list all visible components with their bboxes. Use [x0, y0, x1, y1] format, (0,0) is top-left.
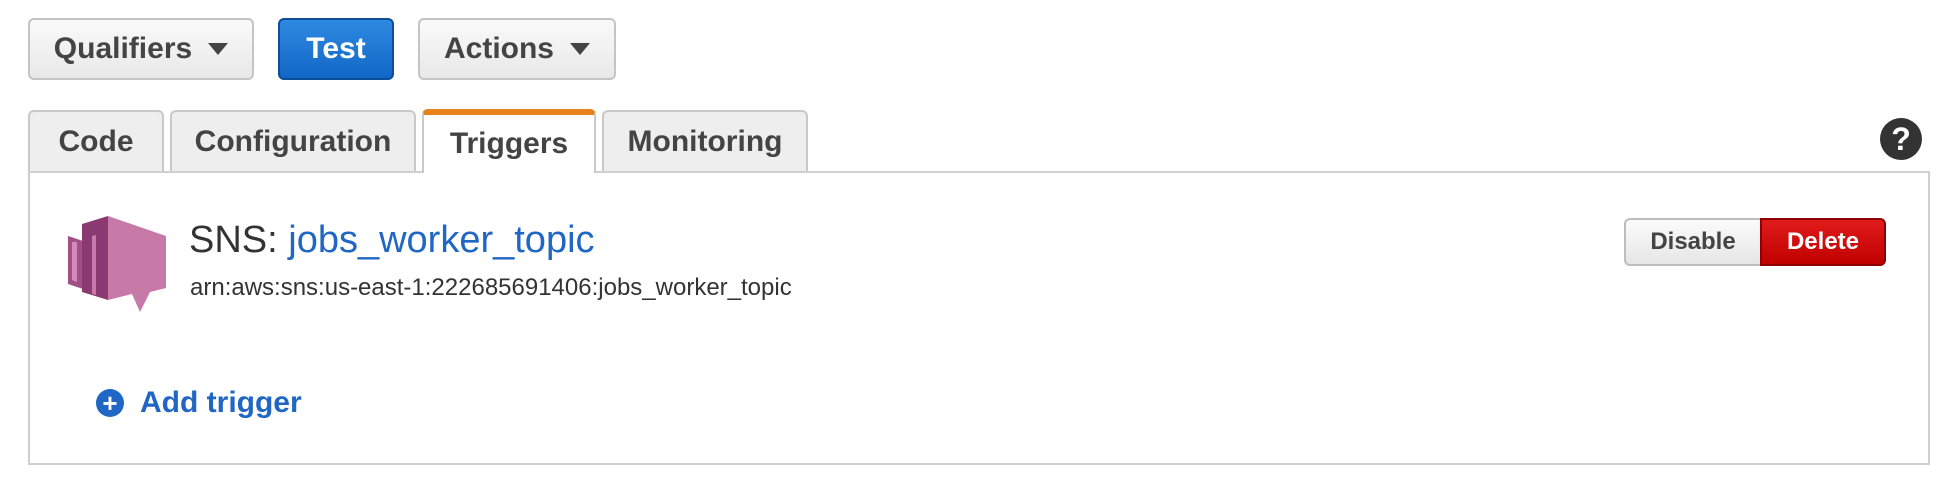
tab-triggers[interactable]: Triggers [422, 109, 596, 173]
help-icon[interactable]: ? [1880, 118, 1922, 160]
tab-configuration[interactable]: Configuration [170, 110, 416, 172]
tab-triggers-label: Triggers [449, 127, 569, 160]
trigger-title: SNS: jobs_worker_topic [189, 219, 595, 262]
trigger-actions: Disable Delete [1624, 218, 1886, 266]
triggers-panel [28, 171, 1930, 465]
trigger-service-prefix: SNS: [189, 219, 289, 261]
tab-monitoring-label: Monitoring [627, 125, 783, 158]
sns-topic-icon [68, 216, 166, 312]
plus-circle-icon: + [96, 389, 124, 417]
actions-label: Actions [443, 32, 554, 65]
sns-topic-link[interactable]: jobs_worker_topic [288, 219, 594, 261]
add-trigger-link[interactable]: + Add trigger [96, 386, 302, 420]
caret-down-icon [208, 43, 229, 55]
help-symbol: ? [1891, 120, 1911, 157]
actions-dropdown[interactable]: Actions [418, 18, 616, 80]
test-label: Test [306, 32, 366, 65]
qualifiers-dropdown[interactable]: Qualifiers [28, 18, 254, 80]
disable-button[interactable]: Disable [1624, 218, 1760, 266]
trigger-arn: arn:aws:sns:us-east-1:222685691406:jobs_… [190, 274, 792, 301]
qualifiers-label: Qualifiers [53, 32, 193, 65]
tab-code[interactable]: Code [28, 110, 164, 172]
test-button[interactable]: Test [278, 18, 394, 80]
delete-button[interactable]: Delete [1760, 218, 1886, 266]
caret-down-icon [570, 43, 590, 55]
tab-code-label: Code [58, 125, 134, 158]
tab-monitoring[interactable]: Monitoring [602, 110, 808, 172]
add-trigger-label: Add trigger [140, 386, 302, 419]
tab-configuration-label: Configuration [194, 125, 392, 158]
